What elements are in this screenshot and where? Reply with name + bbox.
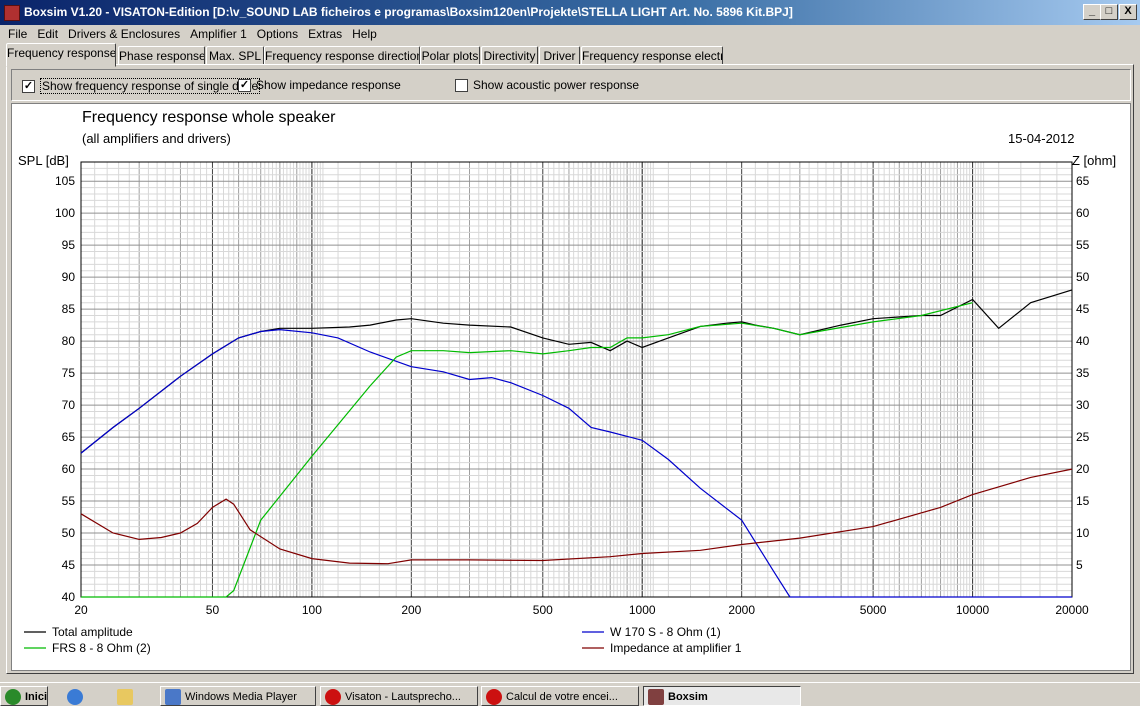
tab-polar-plots[interactable]: Polar plots [420,46,480,66]
windows-icon [5,689,21,705]
x-tick-label: 100 [302,603,322,617]
tab-strip: Frequency response. Phase response Max. … [0,43,1140,67]
y2-tick-label: 10 [1076,526,1090,540]
menu-bar: File Edit Drivers & Enclosures Amplifier 1O… [0,25,1140,43]
media-player-icon [165,689,181,705]
y-tick-label: 70 [62,398,76,412]
folder-quicklaunch[interactable] [112,686,152,706]
menu-edit[interactable]: Edit [32,25,63,43]
x-tick-label: 1000 [629,603,656,617]
tab-driver[interactable]: Driver [539,46,580,66]
y-tick-label: 55 [62,494,76,508]
menu-drivers-enclosures[interactable]: Drivers & Enclosures [63,25,185,43]
y-tick-label: 50 [62,526,76,540]
series-line-impedance-at-amplifier-1 [80,468,1073,565]
y-tick-label: 75 [62,366,76,380]
series-line-total-amplitude [80,289,1073,454]
y-tick-label: 95 [62,238,76,252]
ie-quicklaunch[interactable] [62,686,102,706]
app-icon [4,5,20,21]
x-tick-label: 50 [206,603,220,617]
title-bar: Boxsim V1.20 - VISATON-Edition [D:\v_SOU… [0,0,1140,25]
y2-tick-label: 55 [1076,238,1090,252]
tab-frequency-response[interactable]: Frequency response. [6,43,116,67]
start-button[interactable]: Iniciar [0,686,48,706]
legend-label: Impedance at amplifier 1 [610,641,742,655]
single-drive-checkbox[interactable]: ✓ Show frequency response of single driv… [22,78,261,94]
x-tick-label: 500 [533,603,553,617]
taskbar-item-media-player[interactable]: Windows Media Player [160,686,316,706]
x-tick-label: 20000 [1055,603,1089,617]
series-line-w-170-s-8-ohm-1 [80,328,1072,598]
window-title: Boxsim V1.20 - VISATON-Edition [D:\v_SOU… [24,5,793,19]
checkbox-box[interactable] [455,78,468,92]
legend-label: FRS 8 - 8 Ohm (2) [52,641,151,655]
frequency-response-chart: 20 50 100 200 500 1000 2000 5000 10000 20000 40 45 5… [24,161,1090,655]
tab-directivity[interactable]: Directivity [481,46,538,66]
close-button[interactable]: X [1119,4,1137,20]
y-tick-label: 40 [62,590,76,604]
x-tick-label: 10000 [956,603,990,617]
y-tick-label: 80 [62,334,76,348]
y2-tick-label: 60 [1076,206,1090,220]
menu-amplifier[interactable]: Amplifier 1 [185,25,252,43]
legend-label: W 170 S - 8 Ohm (1) [610,625,721,639]
menu-file[interactable]: File [3,25,32,43]
taskbar-item-calcul[interactable]: Calcul de votre encei... [481,686,639,706]
ie-icon [67,689,83,705]
single-drive-label: Show frequency response of single drive [40,78,261,94]
y-tick-label: 105 [55,174,75,188]
opera-icon [325,689,341,705]
y2-tick-label: 40 [1076,334,1090,348]
checkbox-box[interactable]: ✓ [238,78,251,92]
checkbox-box[interactable]: ✓ [22,79,35,93]
menu-extras[interactable]: Extras [303,25,347,43]
y2-tick-label: 65 [1076,174,1090,188]
tab-frequency-response-directions[interactable]: Frequency response directions [264,46,420,66]
maximize-button[interactable]: □ [1100,4,1118,20]
x-tick-label: 20 [74,603,88,617]
y-tick-label: 85 [62,302,76,316]
impedance-checkbox[interactable]: ✓ Show impedance response [238,78,401,92]
y-tick-label: 100 [55,206,75,220]
y2-tick-label: 50 [1076,270,1090,284]
x-tick-label: 2000 [728,603,755,617]
legend-label: Total amplitude [52,625,133,639]
y2-tick-label: 15 [1076,494,1090,508]
menu-options[interactable]: Options [252,25,303,43]
taskbar-item-visaton[interactable]: Visaton - Lautsprecho... [320,686,478,706]
minimize-button[interactable]: _ [1083,4,1101,20]
acoustic-power-label: Show acoustic power response [473,78,640,92]
taskbar-item-boxsim[interactable]: Boxsim [643,686,801,706]
y2-tick-label: 5 [1076,558,1083,572]
acoustic-power-checkbox[interactable]: Show acoustic power response [455,78,639,92]
tab-max-spl[interactable]: Max. SPL [206,46,264,66]
options-bar: ✓ Show frequency response of single driv… [11,69,1131,101]
y-tick-label: 90 [62,270,76,284]
boxsim-icon [648,689,664,705]
y-tick-label: 60 [62,462,76,476]
x-tick-label: 200 [401,603,421,617]
folder-icon [117,689,133,705]
y2-tick-label: 20 [1076,462,1090,476]
y2-tick-label: 30 [1076,398,1090,412]
y2-tick-label: 45 [1076,302,1090,316]
y-tick-label: 65 [62,430,76,444]
y-tick-label: 45 [62,558,76,572]
tab-frequency-response-electrical[interactable]: Frequency response electr.. [581,46,723,66]
main-panel: ✓ Show frequency response of single driv… [6,64,1134,674]
taskbar: Iniciar Windows Media Player Visaton - L… [0,682,1140,706]
y2-tick-label: 25 [1076,430,1090,444]
impedance-label: Show impedance response [256,78,401,92]
y2-tick-label: 35 [1076,366,1090,380]
plot-area: Frequency response whole speaker (all am… [11,103,1131,671]
opera-icon [486,689,502,705]
tab-phase-response[interactable]: Phase response [118,46,205,66]
menu-help[interactable]: Help [347,25,382,43]
x-tick-label: 5000 [860,603,887,617]
